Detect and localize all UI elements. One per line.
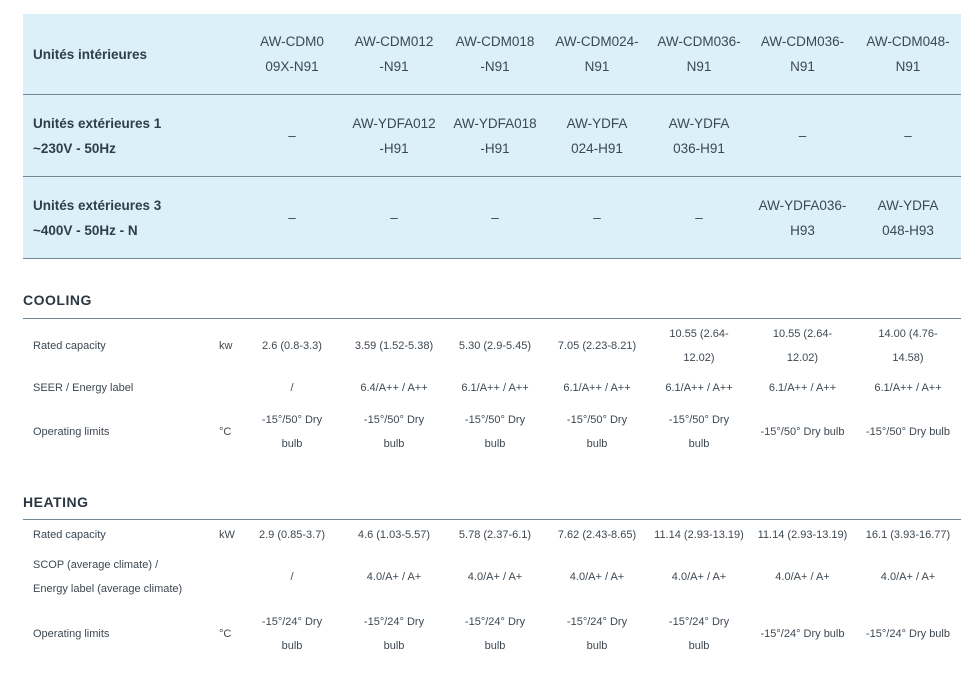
spec-value: 10.55 (2.64-12.02)	[669, 328, 729, 364]
spec-value: 4.6 (1.03-5.57)	[357, 529, 431, 541]
spec-label: SCOP (average climate) / Energy label (a…	[33, 559, 183, 595]
indoor-unit-cell: AW-CDM036-N91	[657, 34, 741, 74]
spec-value: 4.0/A+ / A+	[569, 571, 625, 583]
cooling-divider	[23, 318, 961, 319]
spec-value: 2.6 (0.8-3.3)	[262, 340, 322, 352]
spec-unit	[216, 372, 240, 404]
spec-value: 3.59 (1.52-5.38)	[354, 340, 434, 352]
outdoor-units-1-voltage: ~230V - 50Hz	[33, 140, 116, 156]
spec-value: /	[290, 571, 294, 583]
indoor-unit-cell: AW-CDM012-N91	[354, 34, 434, 74]
spec-value: 6.1/A++ / A++	[563, 382, 631, 394]
spec-value: 2.9 (0.85-3.7)	[258, 529, 326, 541]
heating-divider	[23, 519, 961, 520]
outdoor-unit-cell: AW-YDFA012-H91	[352, 115, 436, 156]
table-row: Operating limits °C -15°/24° Dry bulb -1…	[23, 605, 961, 663]
indoor-unit-cell: AW-CDM018-N91	[455, 34, 535, 74]
outdoor-units-1-label: Unités extérieures 1 ~230V - 50Hz	[23, 94, 240, 177]
spec-value: -15°/50° Dry bulb	[668, 414, 730, 450]
spec-value: 4.0/A+ / A+	[671, 571, 727, 583]
outdoor-units-3-label: Unités extérieures 3 ~400V - 50Hz - N	[23, 176, 240, 259]
spec-value: 6.1/A++ / A++	[665, 382, 733, 394]
spec-unit: °C	[219, 628, 232, 640]
spec-label: Operating limits	[33, 426, 110, 438]
spec-value: 10.55 (2.64-12.02)	[772, 328, 833, 364]
spec-value: -15°/50° Dry bulb	[261, 414, 323, 450]
table-row: Rated capacity kw 2.6 (0.8-3.3) 3.59 (1.…	[23, 320, 961, 372]
outdoor-unit-cell: –	[288, 128, 296, 143]
spec-unit: kW	[219, 529, 235, 541]
spec-value: 5.30 (2.9-5.45)	[458, 340, 532, 352]
indoor-units-row: Unités intérieures AW-CDM009X-N91 AW-CDM…	[23, 14, 961, 95]
spec-value: -15°/24° Dry bulb	[261, 616, 323, 652]
spec-value: 4.0/A+ / A+	[775, 571, 830, 583]
models-table: Unités intérieures AW-CDM009X-N91 AW-CDM…	[23, 14, 961, 259]
spec-value: -15°/24° Dry bulb	[760, 628, 845, 640]
spec-unit	[216, 549, 240, 605]
spec-value: -15°/50° Dry bulb	[566, 414, 628, 450]
table-row: SEER / Energy label / 6.4/A++ / A++ 6.1/…	[23, 372, 961, 404]
outdoor-units-3-row: Unités extérieures 3 ~400V - 50Hz - N – …	[23, 176, 961, 259]
outdoor-unit-cell: –	[904, 128, 912, 143]
heating-table: Rated capacity kW 2.9 (0.85-3.7) 4.6 (1.…	[23, 521, 961, 663]
spec-value: -15°/24° Dry bulb	[668, 616, 730, 652]
spec-value: -15°/24° Dry bulb	[865, 628, 950, 640]
outdoor-units-3-title: Unités extérieures 3	[33, 197, 162, 213]
spec-label: Rated capacity	[33, 340, 106, 352]
spec-value: 7.62 (2.43-8.65)	[557, 529, 637, 541]
heating-section-title: HEATING	[23, 494, 89, 510]
outdoor-units-1-title: Unités extérieures 1	[33, 115, 162, 131]
spec-label: Operating limits	[33, 628, 110, 640]
indoor-unit-cell: AW-CDM036-N91	[760, 34, 845, 74]
outdoor-unit-cell: AW-YDFA024-H91	[566, 115, 628, 156]
outdoor-unit-cell: AW-YDFA018-H91	[453, 115, 537, 156]
spec-value: -15°/50° Dry bulb	[865, 426, 950, 438]
spec-value: 4.0/A+ / A+	[880, 571, 936, 583]
spec-value: 6.1/A++ / A++	[874, 382, 942, 394]
spec-value: -15°/24° Dry bulb	[566, 616, 628, 652]
indoor-unit-cell: AW-CDM048-N91	[866, 34, 950, 74]
table-row: Operating limits °C -15°/50° Dry bulb -1…	[23, 404, 961, 460]
spec-value: 6.4/A++ / A++	[360, 382, 428, 394]
spec-value: 16.1 (3.93-16.77)	[865, 529, 951, 541]
outdoor-unit-cell: AW-YDFA048-H93	[877, 197, 939, 238]
spec-value: -15°/50° Dry bulb	[363, 414, 425, 450]
outdoor-unit-cell: –	[491, 210, 499, 225]
outdoor-unit-cell: –	[390, 210, 398, 225]
outdoor-units-3-voltage: ~400V - 50Hz - N	[33, 222, 138, 238]
spec-unit: °C	[219, 426, 232, 438]
spec-value: 7.05 (2.23-8.21)	[557, 340, 637, 352]
spec-value: 11.14 (2.93-13.19)	[654, 529, 744, 541]
table-row: Rated capacity kW 2.9 (0.85-3.7) 4.6 (1.…	[23, 521, 961, 549]
spec-value: -15°/50° Dry bulb	[760, 426, 845, 438]
indoor-unit-cell: AW-CDM009X-N91	[260, 34, 324, 74]
outdoor-unit-cell: –	[798, 128, 807, 143]
spec-value: 14.00 (4.76-14.58)	[878, 328, 938, 364]
spec-value: -15°/50° Dry bulb	[464, 414, 526, 450]
outdoor-unit-cell: –	[695, 210, 703, 225]
outdoor-unit-cell: AW-YDFA036-H93	[758, 197, 847, 238]
indoor-units-label: Unités intérieures	[23, 14, 240, 95]
outdoor-units-1-row: Unités extérieures 1 ~230V - 50Hz – AW-Y…	[23, 94, 961, 177]
spec-value: 4.0/A+ / A+	[366, 571, 422, 583]
spec-value: /	[290, 382, 294, 394]
spec-value: 6.1/A++ / A++	[461, 382, 529, 394]
cooling-table: Rated capacity kw 2.6 (0.8-3.3) 3.59 (1.…	[23, 320, 961, 460]
spec-unit: kw	[219, 340, 233, 352]
spec-value: 11.14 (2.93-13.19)	[757, 529, 848, 541]
indoor-unit-cell: AW-CDM024-N91	[555, 34, 639, 74]
outdoor-unit-cell: AW-YDFA036-H91	[668, 115, 730, 156]
spec-value: 5.78 (2.37-6.1)	[458, 529, 532, 541]
table-row: SCOP (average climate) / Energy label (a…	[23, 549, 961, 605]
spec-value: 4.0/A+ / A+	[467, 571, 523, 583]
cooling-section-title: COOLING	[23, 292, 92, 308]
spec-value: -15°/24° Dry bulb	[464, 616, 526, 652]
outdoor-unit-cell: –	[288, 210, 296, 225]
spec-label: Rated capacity	[33, 529, 106, 541]
outdoor-unit-cell: –	[593, 210, 601, 225]
spec-label: SEER / Energy label	[33, 382, 134, 394]
spec-value: -15°/24° Dry bulb	[363, 616, 425, 652]
spec-value: 6.1/A++ / A++	[768, 382, 837, 394]
